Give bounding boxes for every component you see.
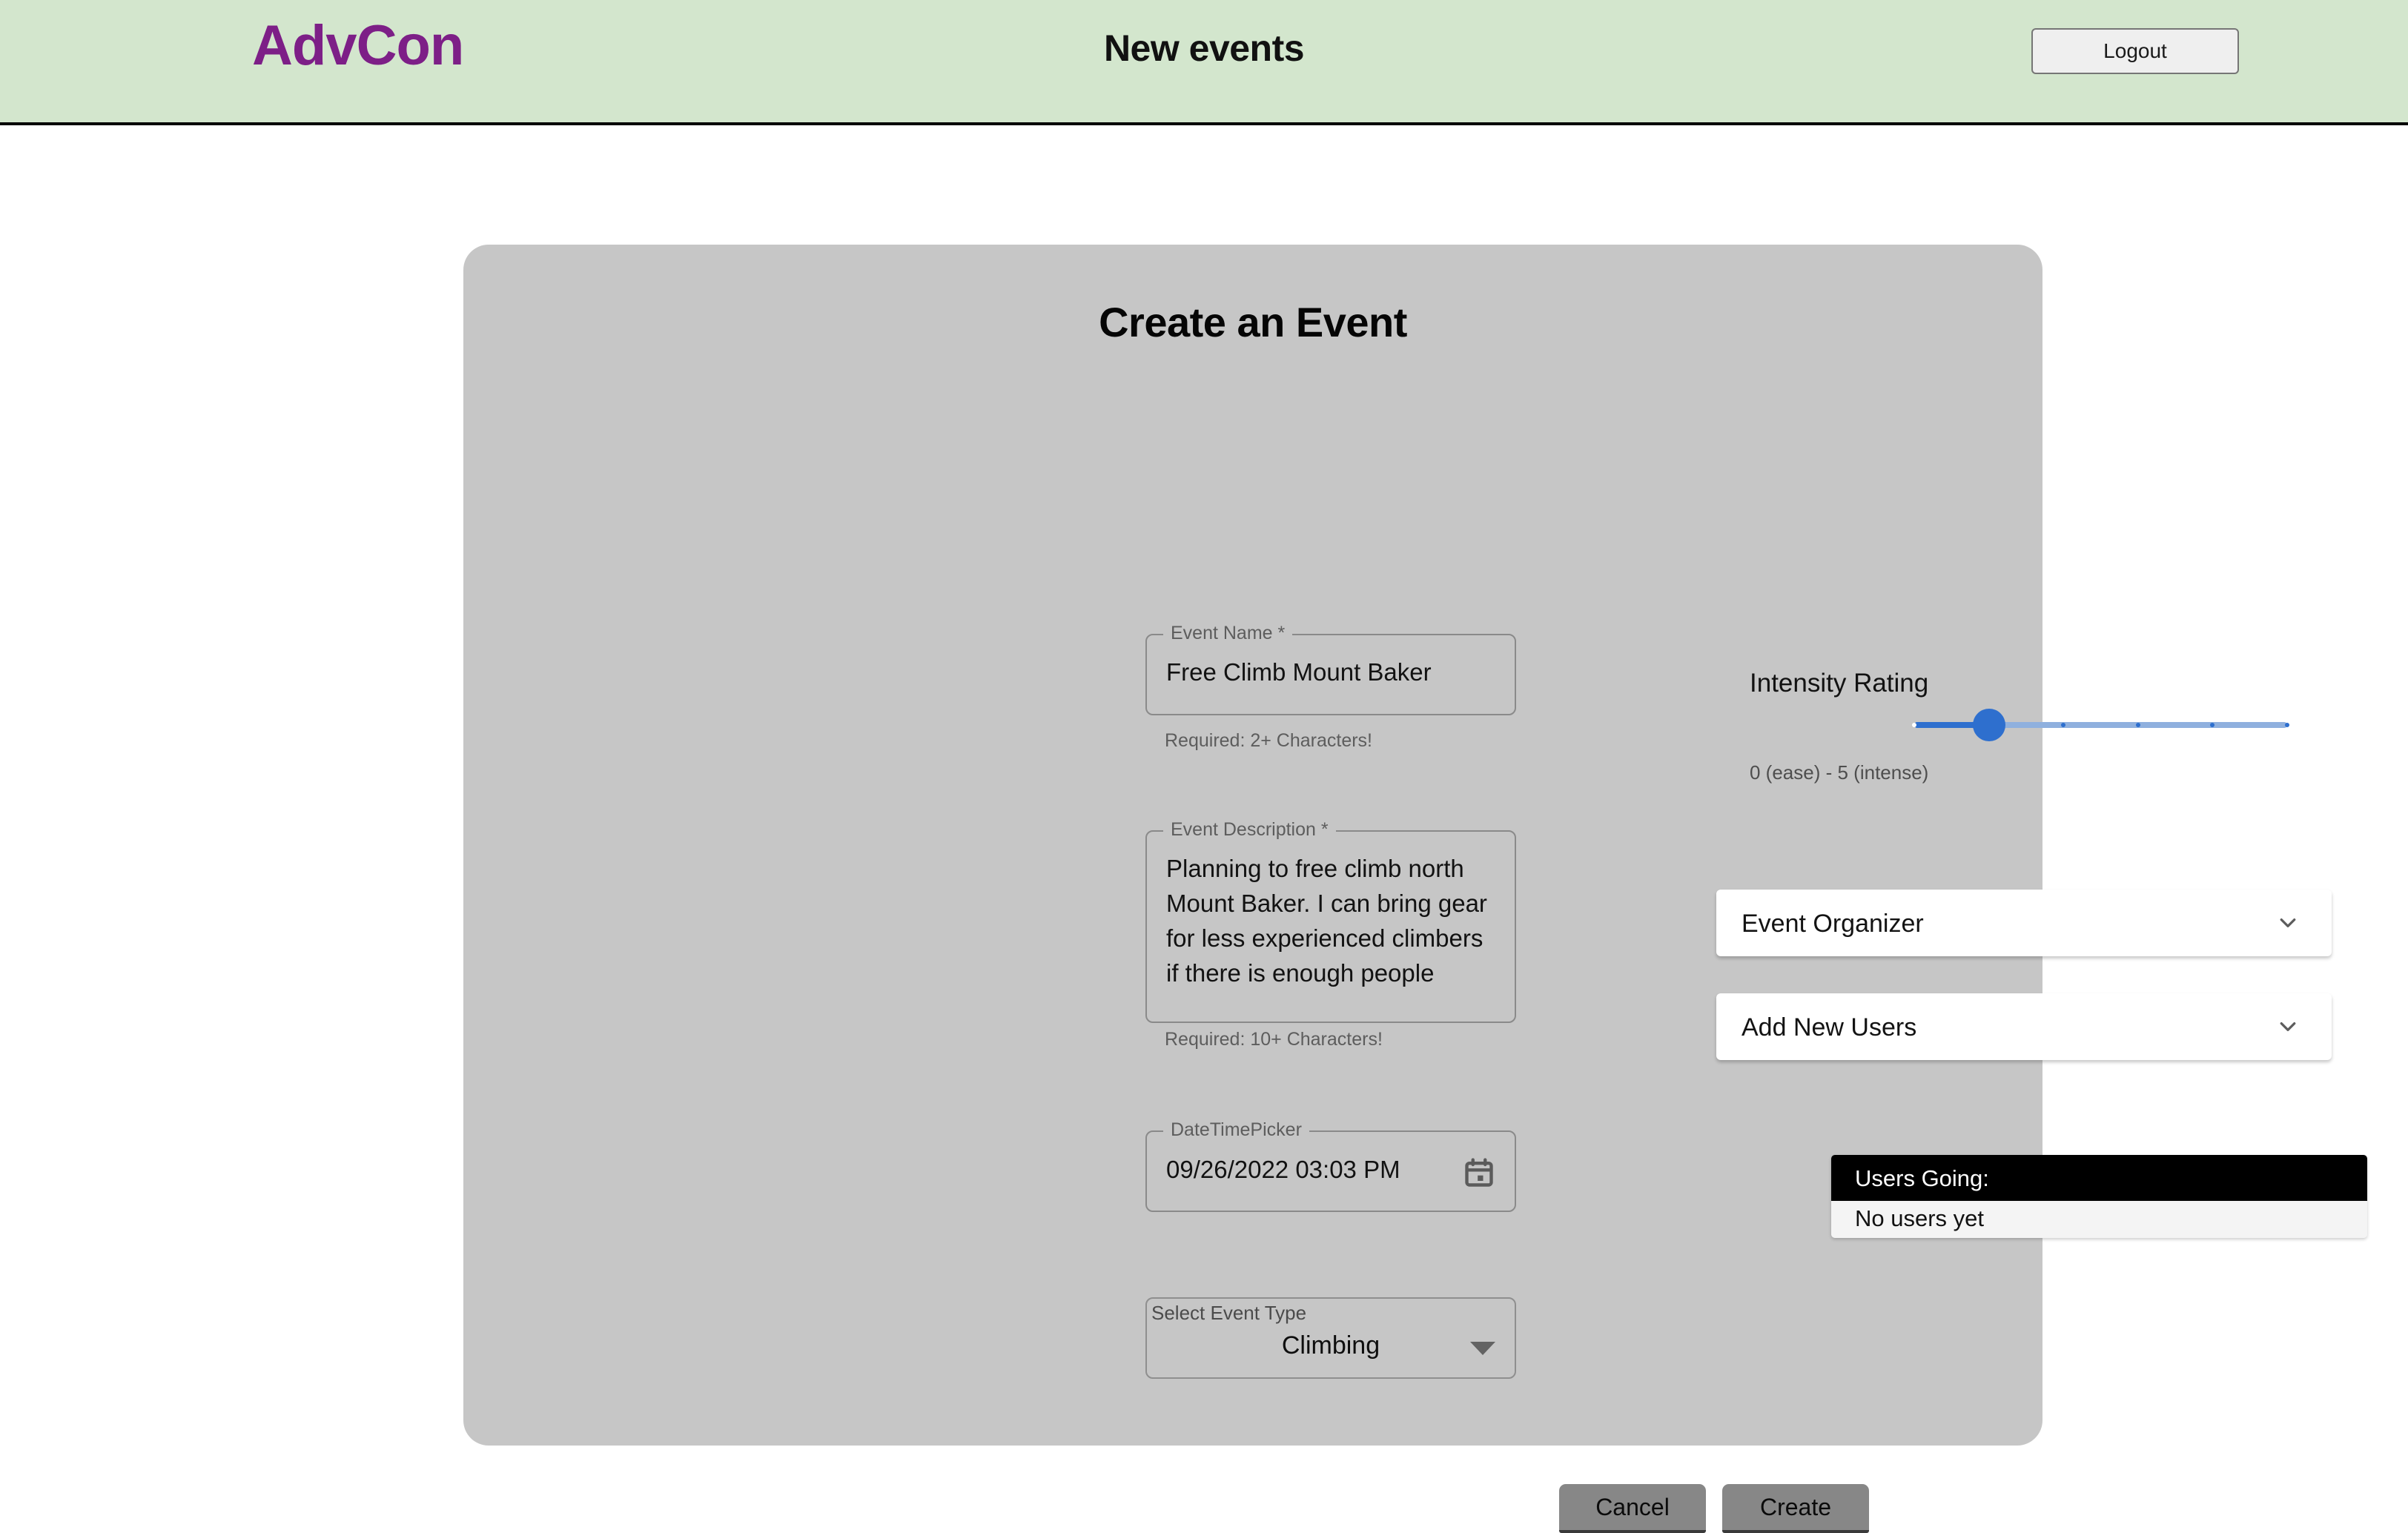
event-organizer-accordion[interactable]: Event Organizer <box>1716 890 2332 956</box>
datetime-picker-label: DateTimePicker <box>1163 1119 1309 1141</box>
add-new-users-label: Add New Users <box>1742 1013 1916 1042</box>
slider-mark <box>2210 723 2214 727</box>
datetime-picker-field[interactable]: DateTimePicker 09/26/2022 03:03 PM <box>1145 1130 1516 1212</box>
event-name-field[interactable]: Event Name * Free Climb Mount Baker <box>1145 634 1516 715</box>
slider-mark <box>2136 723 2140 727</box>
slider-mark <box>2061 723 2065 727</box>
datetime-picker-value: 09/26/2022 03:03 PM <box>1166 1152 1500 1187</box>
chevron-down-icon[interactable] <box>2277 1016 2299 1038</box>
event-description-helper-text: Required: 10+ Characters! <box>1165 1029 1383 1050</box>
users-going-body: No users yet <box>1831 1201 2367 1238</box>
users-going-header-label: Users Going: <box>1855 1165 1989 1192</box>
add-new-users-accordion[interactable]: Add New Users <box>1716 993 2332 1060</box>
app-header: AdvCon New events Logout <box>0 0 2408 125</box>
event-name-helper-text: Required: 2+ Characters! <box>1165 730 1372 752</box>
create-event-card: Create an Event Event Name * Free Climb … <box>463 245 2042 1446</box>
slider-mark <box>1912 723 1916 727</box>
card-title: Create an Event <box>463 298 2042 346</box>
chevron-down-icon[interactable] <box>2277 912 2299 934</box>
users-going-header: Users Going: <box>1831 1155 2367 1201</box>
event-type-select[interactable]: Select Event Type Climbing <box>1145 1297 1516 1379</box>
event-type-value: Climbing <box>1147 1331 1515 1360</box>
slider-mark <box>2285 723 2289 727</box>
event-type-label: Select Event Type <box>1151 1302 1306 1325</box>
users-going-panel: Users Going: No users yet <box>1831 1155 2367 1238</box>
dropdown-caret-icon[interactable] <box>1470 1342 1495 1355</box>
event-name-value: Free Climb Mount Baker <box>1166 655 1500 689</box>
create-button[interactable]: Create <box>1722 1484 1869 1533</box>
event-description-label: Event Description * <box>1163 819 1336 841</box>
users-going-empty-text: No users yet <box>1855 1205 1984 1232</box>
intensity-rating-label: Intensity Rating <box>1750 669 1928 698</box>
intensity-rating-slider[interactable] <box>1914 722 2287 728</box>
intensity-rating-helper-text: 0 (ease) - 5 (intense) <box>1750 761 1928 784</box>
event-description-field[interactable]: Event Description * Planning to free cli… <box>1145 830 1516 1023</box>
cancel-button[interactable]: Cancel <box>1559 1484 1706 1533</box>
event-name-label: Event Name * <box>1163 623 1292 644</box>
event-description-value: Planning to free climb north Mount Baker… <box>1166 851 1500 990</box>
logout-button[interactable]: Logout <box>2031 28 2239 74</box>
event-organizer-label: Event Organizer <box>1742 910 1924 938</box>
calendar-icon[interactable] <box>1463 1156 1495 1189</box>
slider-thumb[interactable] <box>1973 709 2005 741</box>
